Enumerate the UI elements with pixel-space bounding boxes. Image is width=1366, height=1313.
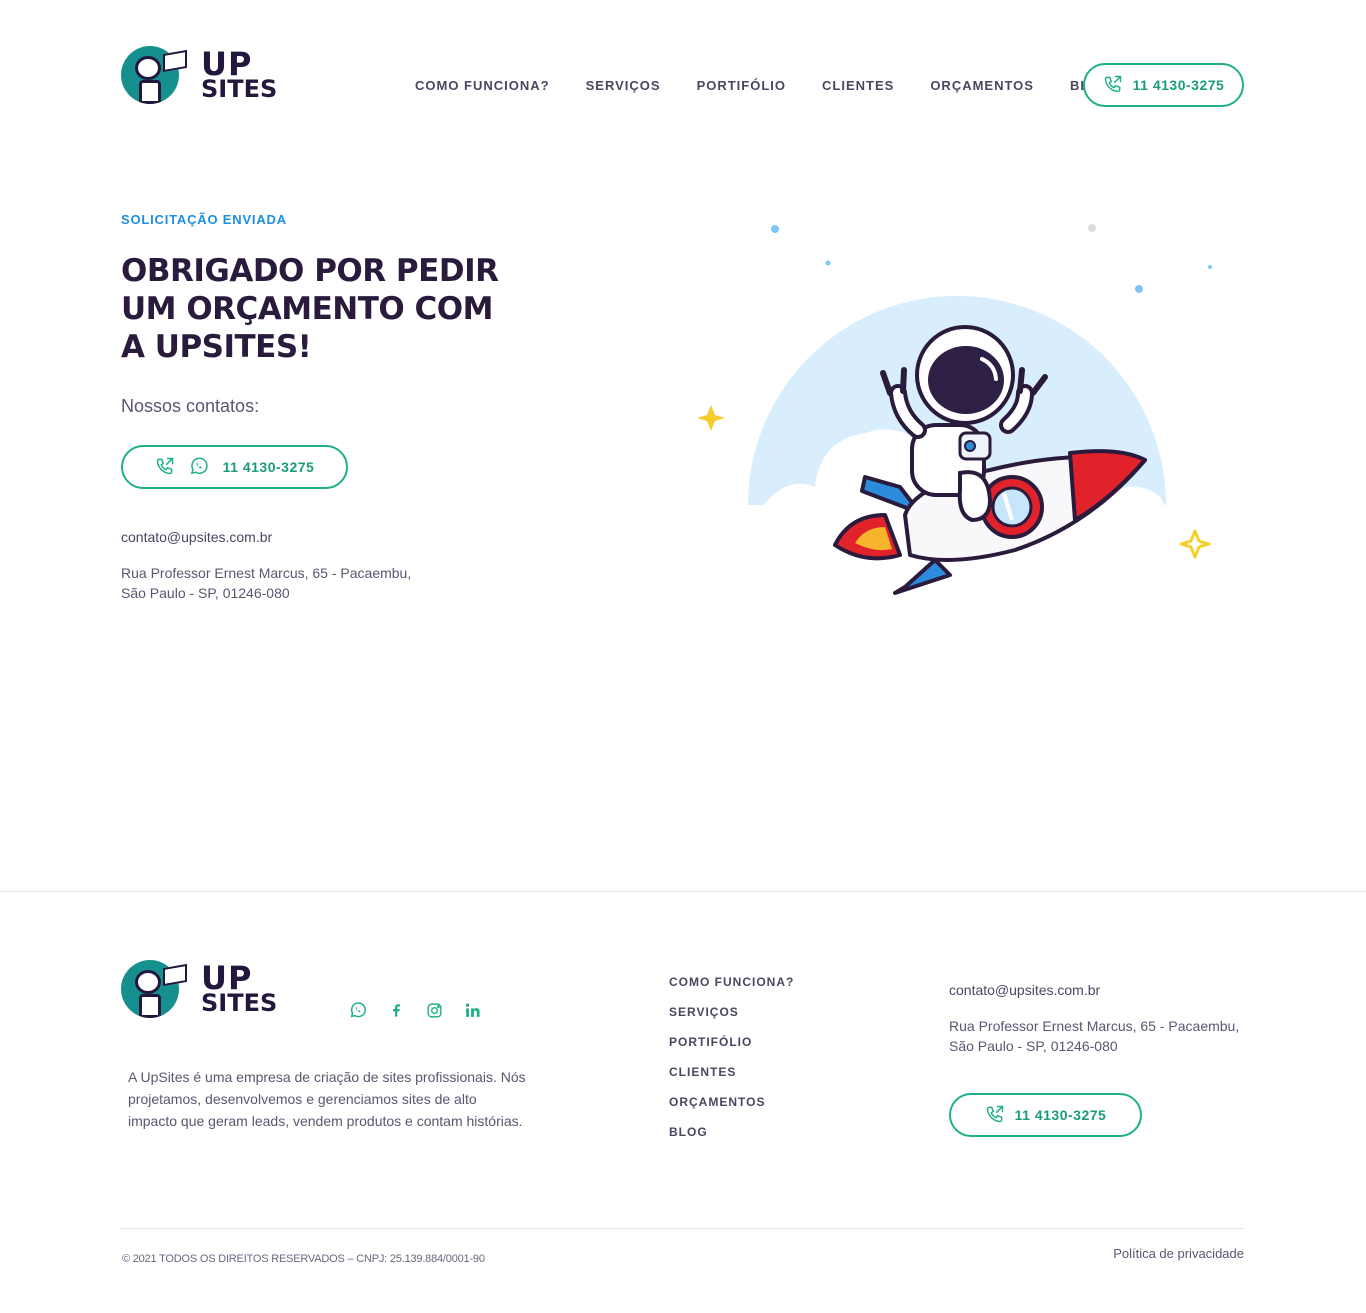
nav-item-orcamentos[interactable]: ORÇAMENTOS (930, 78, 1034, 93)
footer-logo[interactable]: UP SITES (121, 960, 277, 1018)
hero-email-link[interactable]: contato@upsites.com.br (121, 529, 272, 545)
nav-item-como-funciona[interactable]: COMO FUNCIONA? (415, 78, 550, 93)
page-title: OBRIGADO POR PEDIR UM ORÇAMENTO COM A UP… (121, 253, 499, 365)
logo[interactable]: UP SITES (121, 46, 277, 104)
logo-wordmark: UP SITES (201, 958, 278, 1017)
logo-flag-icon (163, 963, 187, 987)
header-phone-button[interactable]: 11 4130-3275 (1083, 63, 1244, 107)
hero-address: Rua Professor Ernest Marcus, 65 - Pacaem… (121, 563, 411, 603)
nav-item-servicos[interactable]: SERVIÇOS (586, 78, 661, 93)
contacts-heading: Nossos contatos: (121, 396, 260, 416)
footer-nav: COMO FUNCIONA? SERVIÇOS PORTIFÓLIO CLIEN… (669, 975, 794, 1155)
nav-item-clientes[interactable]: CLIENTES (822, 78, 894, 93)
hero-address-line1: Rua Professor Ernest Marcus, 65 - Pacaem… (121, 565, 412, 581)
footer-bottom-divider (121, 1228, 1244, 1229)
footer-nav-orcamentos[interactable]: ORÇAMENTOS (669, 1095, 794, 1125)
footer-nav-como-funciona[interactable]: COMO FUNCIONA? (669, 975, 794, 1005)
facebook-icon[interactable] (386, 1000, 406, 1020)
hero-address-line2: São Paulo - SP, 01246-080 (121, 585, 290, 601)
footer-address-line2: São Paulo - SP, 01246-080 (949, 1038, 1118, 1054)
footer-nav-servicos[interactable]: SERVIÇOS (669, 1005, 794, 1035)
company-description: A UpSites é uma empresa de criação de si… (128, 1069, 526, 1129)
site-header: UP SITES COMO FUNCIONA? SERVIÇOS PORTIFÓ… (0, 0, 1366, 170)
main-nav: COMO FUNCIONA? SERVIÇOS PORTIFÓLIO CLIEN… (415, 78, 1148, 93)
footer-nav-clientes[interactable]: CLIENTES (669, 1065, 794, 1095)
phone-outgoing-icon (985, 1104, 1005, 1127)
phone-outgoing-icon (1103, 74, 1123, 97)
whatsapp-icon (189, 456, 209, 479)
footer-divider (0, 891, 1366, 892)
header-phone-label: 11 4130-3275 (1132, 77, 1225, 93)
footer-address-line1: Rua Professor Ernest Marcus, 65 - Pacaem… (949, 1018, 1240, 1034)
whatsapp-icon[interactable] (348, 1000, 368, 1020)
hero-phone-label: 11 4130-3275 (222, 459, 315, 475)
footer-phone-label: 11 4130-3275 (1014, 1107, 1107, 1123)
logo-wordmark: UP SITES (201, 44, 278, 103)
logo-flag-icon (163, 49, 187, 73)
footer-email-link[interactable]: contato@upsites.com.br (949, 982, 1100, 998)
footer-address: Rua Professor Ernest Marcus, 65 - Pacaem… (949, 1016, 1239, 1056)
copyright-text: © 2021 TODOS OS DIREITOS RESERVADOS – CN… (122, 1253, 485, 1265)
footer-phone-button[interactable]: 11 4130-3275 (949, 1093, 1142, 1137)
footer-nav-blog[interactable]: BLOG (669, 1125, 794, 1155)
astronaut-rocket-illustration (697, 224, 1212, 595)
eyebrow-label: SOLICITAÇÃO ENVIADA (121, 212, 287, 227)
footer-nav-portifolio[interactable]: PORTIFÓLIO (669, 1035, 794, 1065)
linkedin-icon[interactable] (462, 1000, 482, 1020)
nav-item-portifolio[interactable]: PORTIFÓLIO (697, 78, 786, 93)
instagram-icon[interactable] (424, 1000, 444, 1020)
phone-outgoing-icon (155, 456, 175, 479)
privacy-policy-link[interactable]: Política de privacidade (1113, 1246, 1244, 1261)
social-links (348, 1000, 482, 1020)
hero-phone-button[interactable]: 11 4130-3275 (121, 445, 348, 489)
